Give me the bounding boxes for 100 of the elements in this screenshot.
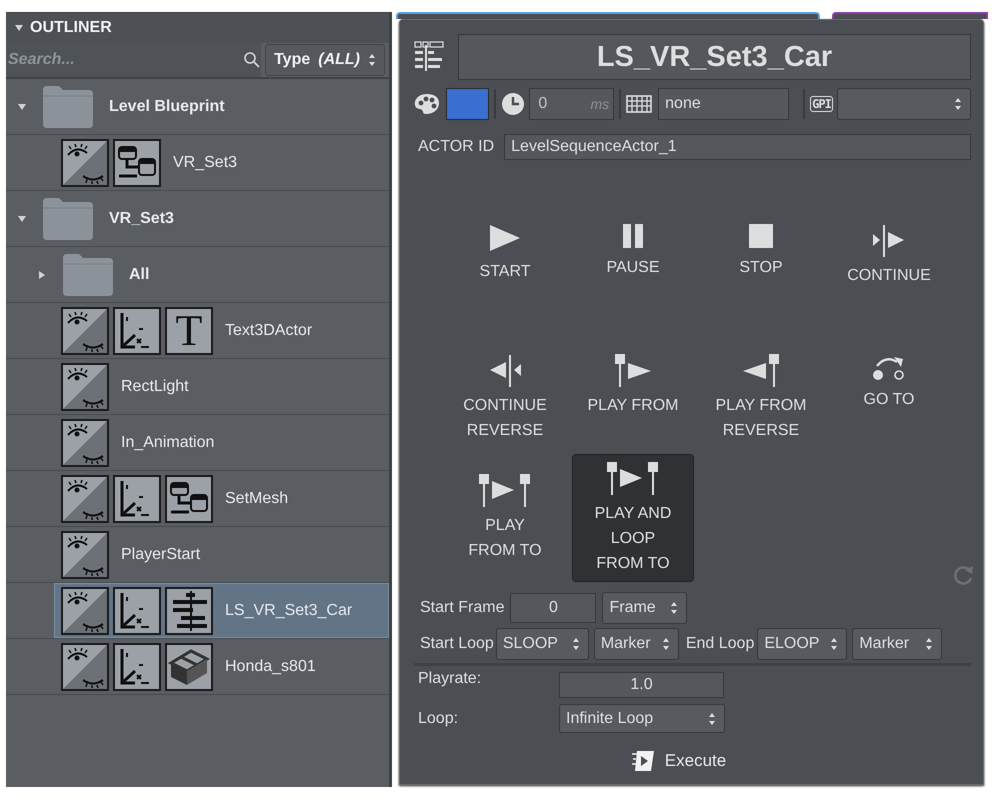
start-frame-field[interactable]: 0 (510, 593, 596, 623)
execute-icon (630, 750, 655, 772)
search-field[interactable]: Search... (6, 43, 262, 77)
dropdown[interactable]: Frame (602, 592, 688, 624)
spinner-arrows-icon (670, 601, 678, 615)
action-button[interactable]: CONTINUE (828, 218, 950, 348)
tree-item[interactable]: SetMesh (54, 471, 389, 526)
axes-icon (113, 474, 161, 522)
spinner-arrows-icon (662, 637, 670, 651)
folder-icon (61, 252, 115, 298)
spinner-arrows-icon (925, 637, 934, 651)
dropdown[interactable]: SLOOP (496, 628, 589, 660)
hotkey-field[interactable]: none (658, 88, 790, 120)
action-button[interactable]: CONTINUE REVERSE (444, 348, 566, 454)
node-graph-icon (113, 138, 161, 186)
visibility-icon (61, 362, 109, 410)
field-label: ACTOR ID (418, 138, 494, 156)
axes-icon (113, 642, 161, 690)
expand-arrow-icon[interactable] (37, 270, 47, 280)
tree-item[interactable]: Honda_s801 (54, 639, 389, 694)
color-swatch[interactable] (446, 88, 490, 120)
spinner-arrows-icon (708, 712, 716, 726)
dropdown[interactable]: ELOOP (757, 628, 848, 660)
folder-label: Level Blueprint (109, 98, 225, 116)
visibility-icon (61, 586, 109, 634)
cube-icon (165, 642, 213, 690)
panel-title: OUTLINER (30, 19, 112, 37)
tree-item[interactable]: In_Animation (54, 415, 389, 470)
spinner-arrows-icon (368, 53, 376, 67)
reverse-continue-icon (488, 353, 522, 387)
actor-label: VR_Set3 (173, 154, 238, 172)
spinner-arrows-icon (954, 97, 962, 111)
gpi-icon: GPI (810, 96, 833, 112)
action-button[interactable]: PLAY FROM TO (444, 454, 566, 582)
visibility-icon (61, 306, 109, 354)
type-dropdown[interactable]: Type (ALL) (265, 44, 385, 76)
playrate-field[interactable]: 1.0 (559, 672, 724, 698)
continue-icon (872, 223, 906, 257)
axes-icon (113, 306, 161, 354)
title-field[interactable]: LS_VR_Set3_Car (458, 34, 971, 80)
search-input[interactable]: Search... (6, 51, 244, 69)
spinner-arrows-icon (572, 637, 580, 651)
tree-item[interactable]: T Text3DActor (54, 303, 389, 358)
visibility-icon (61, 474, 109, 522)
panel-tab[interactable] (396, 12, 820, 19)
field-label: Start Frame (420, 599, 504, 617)
action-button[interactable]: GO TO (828, 348, 950, 454)
actor-label: RectLight (121, 378, 189, 396)
palette-icon (414, 93, 440, 115)
tree-item[interactable]: PlayerStart (54, 527, 389, 582)
keyboard-icon (626, 95, 652, 113)
execute-button[interactable]: Execute (624, 749, 732, 773)
actor-label: Text3DActor (225, 322, 312, 340)
expand-arrow-icon[interactable] (14, 23, 24, 33)
play-range-icon (478, 473, 532, 507)
visibility-icon (61, 642, 109, 690)
actor-label: In_Animation (121, 434, 214, 452)
tree-item[interactable]: All (54, 247, 389, 302)
delay-field[interactable]: 0 ms (529, 88, 614, 120)
tree-item[interactable]: VR_Set3 (34, 191, 389, 246)
stop-icon (748, 223, 774, 249)
tree-item[interactable]: LS_VR_Set3_Car (54, 583, 389, 638)
action-button[interactable]: STOP (700, 218, 822, 348)
actor-id-field[interactable]: LevelSequenceActor_1 (504, 134, 971, 160)
expand-arrow-icon[interactable] (17, 102, 27, 112)
dropdown[interactable]: Infinite Loop (559, 704, 725, 733)
actor-label: Honda_s801 (225, 658, 316, 676)
pause-icon (622, 223, 644, 249)
tree-item[interactable]: Level Blueprint (34, 79, 389, 134)
action-button[interactable]: PLAY FROM REVERSE (700, 348, 822, 454)
dropdown[interactable]: Marker (852, 628, 942, 660)
folder-icon (41, 84, 95, 130)
play-range-icon (606, 460, 660, 494)
field-label: Loop: (418, 710, 460, 728)
action-button[interactable]: PLAY AND LOOP FROM TO (572, 454, 694, 582)
axes-icon (113, 586, 161, 634)
sequence-icon (165, 586, 213, 634)
field-label: End Loop (686, 635, 754, 653)
actor-label: PlayerStart (121, 546, 200, 564)
play-icon (488, 223, 522, 253)
clock-icon (501, 92, 526, 116)
tree-item[interactable]: RectLight (54, 359, 389, 414)
reverse-play-from-icon (742, 353, 780, 387)
visibility-icon (61, 138, 109, 186)
field-label: Playrate: (418, 670, 482, 688)
tree-item[interactable]: VR_Set3 (54, 135, 389, 190)
visibility-icon (61, 418, 109, 466)
actor-label: LS_VR_Set3_Car (225, 602, 352, 620)
action-button[interactable]: START (444, 218, 566, 348)
action-button[interactable]: PAUSE (572, 218, 694, 348)
search-icon (243, 51, 262, 69)
spinner-arrows-icon (830, 637, 838, 651)
node-graph-icon (165, 474, 213, 522)
dropdown[interactable]: Marker (594, 628, 679, 660)
action-button[interactable]: PLAY FROM (572, 348, 694, 454)
list-icon (414, 41, 444, 73)
folder-label: VR_Set3 (109, 210, 174, 228)
expand-arrow-icon[interactable] (17, 214, 27, 224)
play-from-icon (614, 353, 652, 387)
text-icon: T (165, 306, 213, 354)
